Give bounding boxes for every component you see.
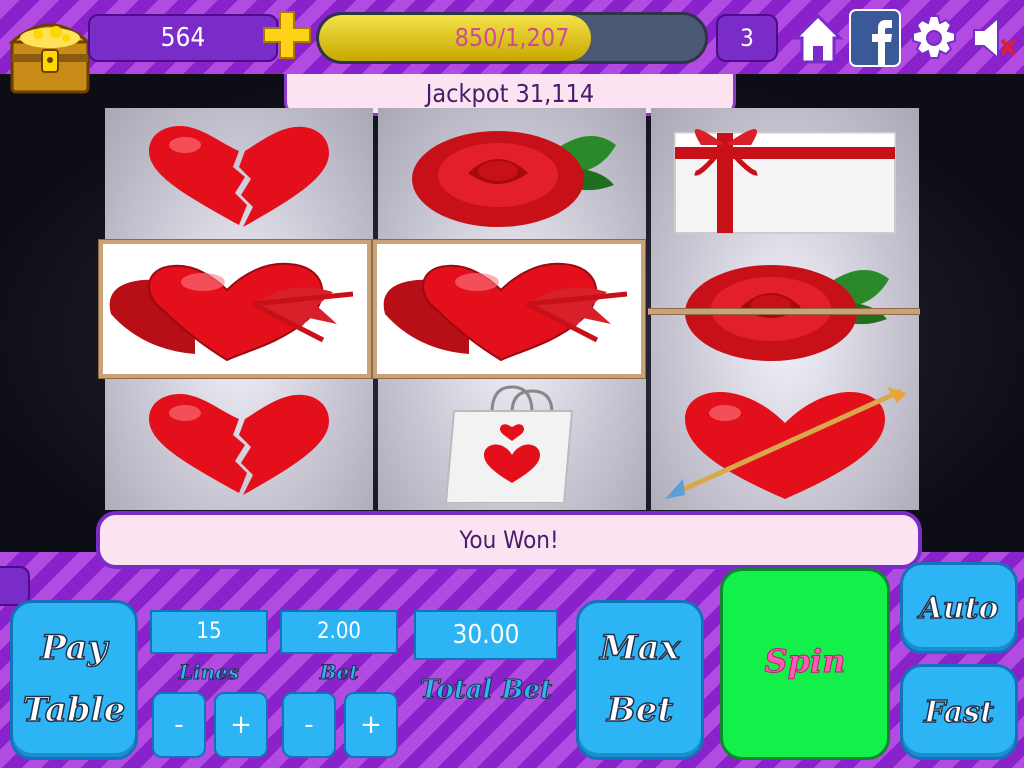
fast-label: Fast — [923, 694, 994, 731]
bet-plus-button[interactable]: + — [344, 692, 398, 758]
xp-progress-text: 850/1,207 — [454, 23, 570, 52]
winning-cell — [373, 240, 645, 378]
total-bet-label: Total Bet — [419, 675, 553, 706]
symbol-gift-box — [651, 108, 919, 242]
symbol-shopping-bag — [378, 376, 646, 510]
home-icon[interactable] — [790, 8, 846, 68]
pay-table-label: Pay Table — [22, 627, 126, 731]
xp-progress-bar: 850/1,207 — [316, 12, 708, 64]
treasure-chest-icon[interactable] — [4, 2, 94, 102]
symbol-broken-heart — [105, 376, 373, 510]
winning-cell — [99, 240, 371, 378]
fast-button[interactable]: Fast — [900, 664, 1018, 760]
bet-label: Bet — [319, 660, 359, 685]
plus-icon[interactable] — [262, 8, 312, 62]
max-bet-button[interactable]: Max Bet — [576, 600, 704, 760]
facebook-icon[interactable] — [848, 8, 902, 68]
bet-minus-button[interactable]: - — [282, 692, 336, 758]
pay-table-button[interactable]: Pay Table — [10, 600, 138, 760]
symbol-arrow-heart — [651, 376, 919, 510]
symbol-heart-box — [109, 262, 354, 362]
symbol-heart-box — [383, 262, 628, 362]
win-message: You Won! — [96, 511, 922, 569]
auto-label: Auto — [919, 590, 999, 627]
spin-button[interactable]: Spin — [720, 568, 890, 760]
payline — [648, 308, 920, 315]
max-bet-label: Max Bet — [599, 627, 680, 731]
lines-plus-button[interactable]: + — [214, 692, 268, 758]
bet-value: 2.00 — [280, 610, 398, 654]
total-bet-value: 30.00 — [414, 610, 558, 660]
symbol-broken-heart — [105, 108, 373, 242]
lines-value: 15 — [150, 610, 268, 654]
gear-icon[interactable] — [906, 8, 962, 68]
player-level: 3 — [716, 14, 778, 62]
symbol-red-rose — [378, 108, 646, 242]
auto-button[interactable]: Auto — [900, 562, 1018, 654]
mute-icon[interactable] — [964, 8, 1020, 68]
lines-label: Lines — [178, 660, 240, 685]
spin-label: Spin — [764, 642, 846, 681]
lines-minus-button[interactable]: - — [152, 692, 206, 758]
coin-balance: 564 — [88, 14, 278, 62]
